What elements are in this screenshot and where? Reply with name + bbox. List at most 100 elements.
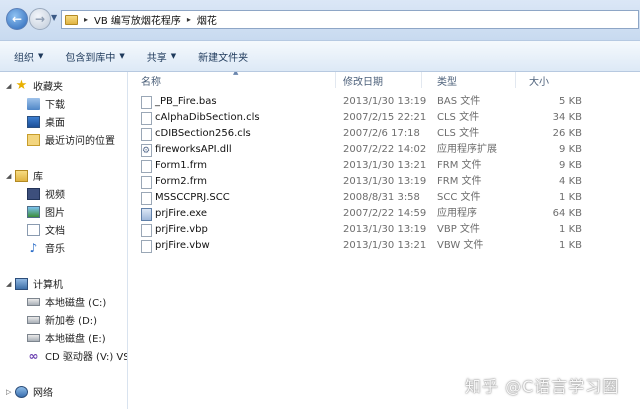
nav-item-drive-e[interactable]: 本地磁盘 (E:): [27, 330, 106, 345]
table-row[interactable]: cDIBSection256.cls 2007/2/6 17:18 CLS 文件…: [128, 126, 640, 142]
file-name: _PB_Fire.bas: [155, 96, 217, 107]
desktop-icon: [27, 115, 40, 128]
expand-icon[interactable]: ◢: [6, 172, 12, 180]
file-type: CLS 文件: [437, 128, 480, 139]
file-date: 2013/1/30 13:21: [343, 240, 427, 251]
nav-item-label: 视频: [45, 190, 65, 201]
visual-studio-icon: ∞: [28, 348, 39, 363]
table-row[interactable]: _PB_Fire.bas 2013/1/30 13:19 BAS 文件 5 KB: [128, 94, 640, 110]
file-name: cAlphaDibSection.cls: [155, 112, 260, 123]
file-type: 应用程序扩展: [437, 144, 497, 155]
expand-icon[interactable]: ▷: [6, 388, 12, 396]
file-size: 4 KB: [559, 176, 582, 187]
hard-drive-icon: [27, 297, 40, 306]
star-icon: ★: [15, 77, 28, 93]
table-row[interactable]: cAlphaDibSection.cls 2007/2/15 22:21 CLS…: [128, 110, 640, 126]
nav-item-videos[interactable]: 视频: [27, 186, 65, 201]
nav-item-pictures[interactable]: 图片: [27, 204, 65, 219]
nav-computer[interactable]: ◢ 计算机: [6, 276, 63, 291]
nav-item-desktop[interactable]: 桌面: [27, 114, 65, 129]
nav-item-label: CD 驱动器 (V:) VS2: [45, 352, 128, 363]
file-name: prjFire.exe: [155, 208, 208, 219]
file-name: prjFire.vbp: [155, 224, 208, 235]
network-icon: [15, 385, 28, 398]
chevron-right-icon[interactable]: ▸: [187, 15, 191, 24]
nav-network[interactable]: ▷ 网络: [6, 384, 53, 399]
file-name: cDIBSection256.cls: [155, 128, 251, 139]
column-header-date[interactable]: 修改日期: [330, 72, 422, 88]
nav-item-label: 文档: [45, 226, 65, 237]
table-row[interactable]: fireworksAPI.dll 2007/2/22 14:02 应用程序扩展 …: [128, 142, 640, 159]
nav-item-label: 本地磁盘 (C:): [45, 298, 107, 309]
nav-favorites[interactable]: ◢ ★ 收藏夹: [6, 77, 63, 94]
column-type-label: 类型: [437, 76, 457, 88]
music-note-icon: ♪: [29, 240, 38, 255]
file-size: 1 KB: [559, 224, 582, 235]
nav-libraries[interactable]: ◢ 库: [6, 168, 43, 183]
table-row[interactable]: Form2.frm 2013/1/30 13:19 FRM 文件 4 KB: [128, 174, 640, 190]
nav-item-recent[interactable]: 最近访问的位置: [27, 132, 115, 147]
file-size: 34 KB: [552, 112, 582, 123]
file-type: VBP 文件: [437, 224, 480, 235]
file-icon: [141, 159, 152, 173]
chevron-right-icon[interactable]: ▸: [84, 15, 88, 24]
forward-button[interactable]: →: [29, 8, 51, 30]
column-name-label: 名称: [141, 76, 161, 88]
column-header-type[interactable]: 类型: [424, 72, 516, 88]
file-name: fireworksAPI.dll: [155, 144, 232, 155]
table-row[interactable]: prjFire.exe 2007/2/22 14:59 应用程序 64 KB: [128, 206, 640, 222]
share-button[interactable]: 共享 ▼: [147, 49, 176, 64]
exe-icon: [141, 207, 152, 221]
expand-icon[interactable]: ◢: [6, 280, 12, 288]
file-icon: [141, 127, 152, 141]
column-header-size[interactable]: 大小: [516, 72, 596, 88]
file-type: CLS 文件: [437, 112, 480, 123]
organize-button[interactable]: 组织 ▼: [14, 49, 43, 64]
video-icon: [27, 187, 40, 200]
column-header-name[interactable]: 名称: [128, 72, 336, 88]
download-folder-icon: [27, 97, 40, 110]
nav-item-music[interactable]: ♪ 音乐: [27, 240, 65, 256]
expand-icon[interactable]: ◢: [6, 82, 12, 90]
file-size: 9 KB: [559, 160, 582, 171]
nav-item-label: 图片: [45, 208, 65, 219]
column-date-label: 修改日期: [343, 76, 383, 88]
file-list: ▲ 名称 修改日期 类型 大小 _PB_Fire.bas 2013/1/30 1…: [128, 72, 640, 409]
include-in-library-button[interactable]: 包含到库中 ▼: [65, 49, 124, 64]
computer-icon: [15, 277, 28, 290]
breadcrumb-current[interactable]: 烟花: [197, 12, 217, 27]
address-bar: ← → ▼ ▸ VB 编写放烟花程序 ▸ 烟花: [0, 0, 640, 41]
file-type: SCC 文件: [437, 192, 481, 203]
dll-icon: [141, 143, 152, 159]
nav-item-documents[interactable]: 文档: [27, 222, 65, 237]
path-box[interactable]: ▸ VB 编写放烟花程序 ▸ 烟花: [61, 10, 639, 29]
navigation-pane: ◢ ★ 收藏夹 下载 桌面 最近访问的位置 ◢ 库 视频 图片 文档 ♪ 音乐 …: [0, 72, 128, 409]
nav-computer-label: 计算机: [33, 280, 63, 291]
file-type: FRM 文件: [437, 176, 482, 187]
file-size: 1 KB: [559, 240, 582, 251]
chevron-down-icon: ▼: [170, 52, 177, 60]
nav-libraries-label: 库: [33, 172, 43, 183]
breadcrumb-parent[interactable]: VB 编写放烟花程序: [94, 12, 181, 27]
folder-icon: [65, 14, 78, 25]
file-icon: [141, 111, 152, 125]
watermark: 知乎 @C语言学习圈: [465, 377, 620, 396]
new-folder-button[interactable]: 新建文件夹: [198, 49, 248, 64]
file-date: 2008/8/31 3:58: [343, 192, 420, 203]
nav-item-cd-drive[interactable]: ∞ CD 驱动器 (V:) VS2: [27, 348, 128, 364]
table-row[interactable]: prjFire.vbw 2013/1/30 13:21 VBW 文件 1 KB: [128, 238, 640, 254]
nav-item-drive-c[interactable]: 本地磁盘 (C:): [27, 294, 106, 309]
file-size: 64 KB: [552, 208, 582, 219]
back-button[interactable]: ←: [6, 8, 28, 30]
nav-item-drive-d[interactable]: 新加卷 (D:): [27, 312, 97, 327]
table-row[interactable]: MSSCCPRJ.SCC 2008/8/31 3:58 SCC 文件 1 KB: [128, 190, 640, 206]
history-dropdown-icon[interactable]: ▼: [51, 13, 57, 22]
nav-item-downloads[interactable]: 下载: [27, 96, 65, 111]
table-row[interactable]: prjFire.vbp 2013/1/30 13:19 VBP 文件 1 KB: [128, 222, 640, 238]
chevron-down-icon: ▼: [38, 52, 44, 60]
file-date: 2013/1/30 13:21: [343, 160, 427, 171]
file-size: 9 KB: [559, 144, 582, 155]
picture-icon: [27, 205, 40, 218]
table-row[interactable]: Form1.frm 2013/1/30 13:21 FRM 文件 9 KB: [128, 158, 640, 174]
file-size: 1 KB: [559, 192, 582, 203]
